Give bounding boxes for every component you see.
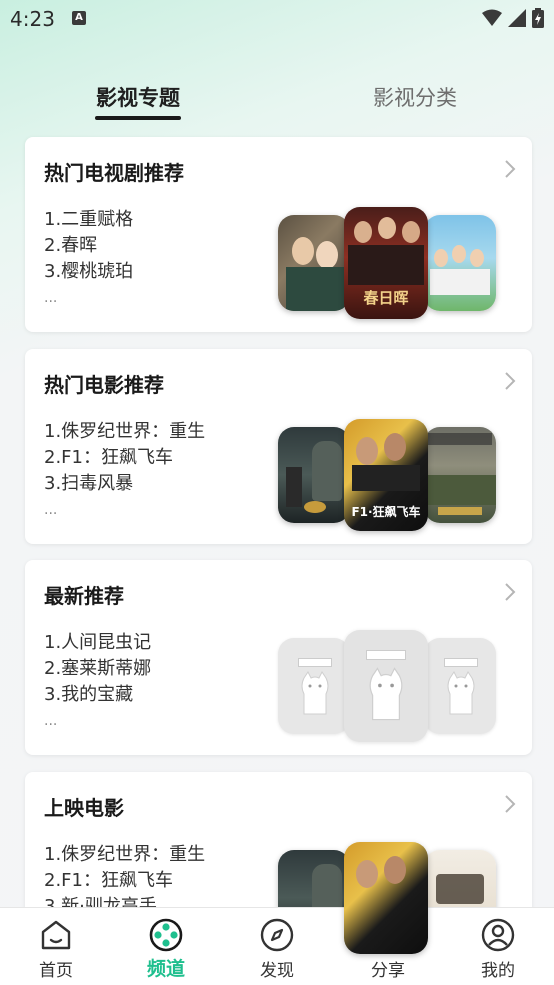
home-icon xyxy=(41,920,71,950)
poster-stack[interactable]: F1·狂飙飞车 xyxy=(278,419,498,531)
list-more: ... xyxy=(44,290,58,306)
list-item[interactable]: 2.F1：狂飙飞车 xyxy=(44,868,205,894)
nav-label: 我的 xyxy=(481,961,515,981)
nav-home[interactable]: 首页 xyxy=(16,908,96,985)
poster-thumbnail xyxy=(424,215,496,311)
list-item[interactable]: 2.春晖 xyxy=(44,233,133,259)
poster-thumbnail xyxy=(278,427,350,523)
wifi-icon xyxy=(482,9,502,26)
signal-icon xyxy=(508,9,526,27)
poster-thumbnail xyxy=(278,215,350,311)
status-bar: 4:23 A xyxy=(0,0,554,38)
tab-topics[interactable]: 影视专题 xyxy=(96,82,180,112)
tab-underline xyxy=(95,116,181,120)
user-icon xyxy=(481,918,515,952)
list-more: ... xyxy=(44,713,58,729)
card-list: 1.侏罗纪世界：重生 2.F1：狂飙飞车 3.扫毒风暴 ... xyxy=(44,419,205,523)
cat-placeholder-icon xyxy=(447,671,475,715)
poster-caption: F1·狂飙飞车 xyxy=(351,505,421,519)
nav-label: 分享 xyxy=(371,961,405,981)
poster-thumbnail: 春日晖 xyxy=(344,207,428,319)
card-title: 热门电视剧推荐 xyxy=(44,161,184,185)
nav-label: 发现 xyxy=(260,961,294,981)
poster-stack[interactable] xyxy=(278,630,498,742)
film-reel-icon xyxy=(149,918,183,952)
cat-placeholder-icon xyxy=(369,667,403,721)
card-title: 最新推荐 xyxy=(44,584,124,608)
poster-caption: 春日晖 xyxy=(363,289,409,307)
placeholder-poster xyxy=(344,630,428,742)
nav-label: 频道 xyxy=(146,958,185,980)
poster-thumbnail: F1·狂飙飞车 xyxy=(344,419,428,531)
status-icons xyxy=(482,8,544,28)
card-hot-tv[interactable]: 热门电视剧推荐 1.二重赋格 2.春晖 3.樱桃琥珀 ... 春日晖 xyxy=(25,137,532,332)
bottom-nav: 首页 频道 发现 分享 我的 xyxy=(0,907,554,985)
poster-thumbnail xyxy=(424,427,496,523)
placeholder-poster xyxy=(424,638,496,734)
top-tabs: 影视专题 影视分类 xyxy=(0,82,554,126)
chevron-right-icon[interactable] xyxy=(504,794,516,814)
list-more: ... xyxy=(44,502,58,518)
nav-discover[interactable]: 发现 xyxy=(237,908,317,985)
list-item[interactable]: 2.F1：狂飙飞车 xyxy=(44,445,205,471)
placeholder-poster xyxy=(278,638,350,734)
nav-me[interactable]: 我的 xyxy=(458,908,538,985)
chevron-right-icon[interactable] xyxy=(504,371,516,391)
card-title: 上映电影 xyxy=(44,796,124,820)
tab-categories[interactable]: 影视分类 xyxy=(373,82,457,112)
card-latest[interactable]: 最新推荐 1.人间昆虫记 2.塞莱斯蒂娜 3.我的宝藏 ... xyxy=(25,560,532,755)
list-item[interactable]: 1.侏罗纪世界：重生 xyxy=(44,419,205,445)
list-item[interactable]: 1.侏罗纪世界：重生 xyxy=(44,842,205,868)
list-item[interactable]: 1.人间昆虫记 xyxy=(44,630,151,656)
chevron-right-icon[interactable] xyxy=(504,582,516,602)
cat-placeholder-icon xyxy=(301,671,329,715)
card-hot-movies[interactable]: 热门电影推荐 1.侏罗纪世界：重生 2.F1：狂飙飞车 3.扫毒风暴 ... F… xyxy=(25,349,532,544)
card-title: 热门电影推荐 xyxy=(44,373,164,397)
list-item[interactable]: 1.二重赋格 xyxy=(44,207,133,233)
notification-icon: A xyxy=(72,11,86,25)
compass-icon xyxy=(260,918,294,952)
poster-stack[interactable]: 春日晖 xyxy=(278,207,498,319)
card-list: 1.二重赋格 2.春晖 3.樱桃琥珀 ... xyxy=(44,207,133,311)
battery-icon xyxy=(532,8,544,28)
poster-thumbnail xyxy=(344,842,428,954)
list-item[interactable]: 3.樱桃琥珀 xyxy=(44,259,133,285)
list-item[interactable]: 3.我的宝藏 xyxy=(44,682,151,708)
list-item[interactable]: 3.扫毒风暴 xyxy=(44,471,205,497)
status-time: 4:23 xyxy=(10,7,55,31)
card-list: 1.人间昆虫记 2.塞莱斯蒂娜 3.我的宝藏 ... xyxy=(44,630,151,734)
list-item[interactable]: 2.塞莱斯蒂娜 xyxy=(44,656,151,682)
nav-channel[interactable]: 频道 xyxy=(126,908,206,985)
nav-label: 首页 xyxy=(39,961,73,981)
chevron-right-icon[interactable] xyxy=(504,159,516,179)
